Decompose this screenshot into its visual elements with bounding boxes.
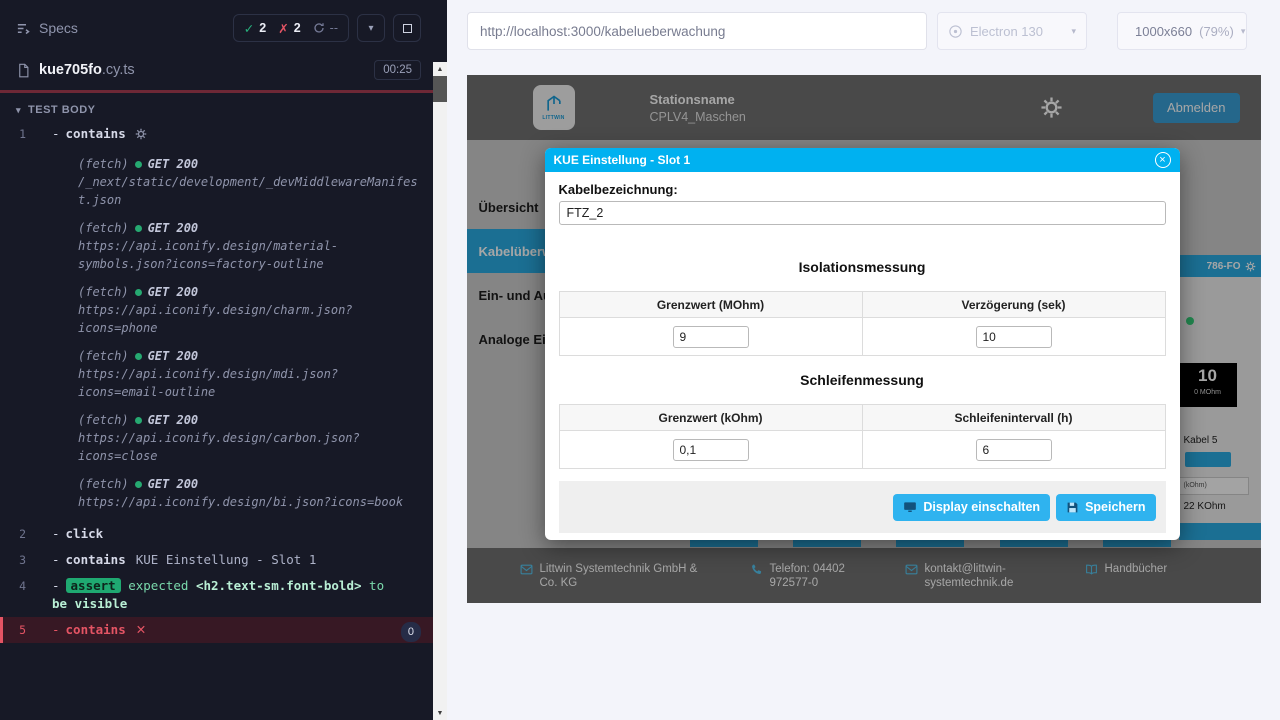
electron-icon <box>948 24 963 39</box>
chevron-down-icon: ▾ <box>1241 26 1246 37</box>
failed-count: 2 <box>294 21 301 35</box>
display-on-button[interactable]: Display einschalten <box>893 494 1050 521</box>
browser-selector[interactable]: Electron 130 ▾ <box>937 12 1087 50</box>
viewport-size: 1000x660 <box>1135 24 1192 39</box>
status-dot <box>135 289 142 296</box>
modal-header: KUE Einstellung - Slot 1 × <box>545 148 1180 172</box>
column-header: Verzögerung (sek) <box>862 292 1165 318</box>
modal-title: KUE Einstellung - Slot 1 <box>545 153 691 167</box>
loop-table: Grenzwert (kOhm) Schleifenintervall (h) <box>559 404 1166 469</box>
iso-limit-input[interactable] <box>673 326 749 348</box>
column-header: Schleifenintervall (h) <box>862 405 1165 431</box>
reporter-toolbar: Specs ✓ 2 ✗ 2 -- ▾ <box>0 0 433 52</box>
x-icon: ✗ <box>278 21 288 36</box>
command-5-contains[interactable]: 5-contains✕0 <box>0 617 433 643</box>
specs-label: Specs <box>39 20 78 36</box>
test-stats: ✓ 2 ✗ 2 -- <box>233 14 349 42</box>
network-log-entry[interactable]: (fetch)GET 200https://api.iconify.design… <box>78 411 433 465</box>
network-log-entry[interactable]: (fetch)GET 200https://api.iconify.design… <box>78 219 433 273</box>
aut-url-toolbar: Electron 130 ▾ 1000x660 (79%) ▾ <box>447 0 1280 62</box>
passed-count: 2 <box>259 21 266 35</box>
collapse-reporter-button[interactable]: ▾ <box>357 14 385 42</box>
menu-icon <box>16 21 31 36</box>
scrollbar-cap <box>433 0 447 62</box>
stat-pending: -- <box>313 21 338 35</box>
scroll-up-arrow[interactable]: ▲ <box>433 62 447 76</box>
reporter-scrollbar[interactable]: ▲ ▼ <box>433 0 447 720</box>
chevron-down-icon: ▾ <box>1071 26 1076 37</box>
stop-run-button[interactable] <box>393 14 421 42</box>
viewport-zoom: (79%) <box>1199 24 1234 39</box>
isolation-table: Grenzwert (MOhm) Verzögerung (sek) <box>559 291 1166 356</box>
column-header: Grenzwert (MOhm) <box>559 292 862 318</box>
app-under-test: LITTWIN Stationsname CPLV4_Maschen Abmel… <box>467 75 1261 603</box>
command-log: 1-contains (fetch)GET 200/_next/static/de… <box>0 121 433 720</box>
run-timer: 00:25 <box>374 60 421 80</box>
modal-footer: Display einschalten Speichern <box>559 481 1166 533</box>
stop-icon <box>403 24 412 33</box>
cable-name-label: Kabelbezeichnung: <box>559 182 1166 197</box>
gear-icon <box>135 127 147 145</box>
cypress-runner-window: Specs ✓ 2 ✗ 2 -- ▾ <box>0 0 1280 720</box>
file-icon <box>16 63 31 78</box>
spec-header[interactable]: kue705fo.cy.ts 00:25 <box>0 52 433 90</box>
command-3-contains[interactable]: 3-containsKUE Einstellung - Slot 1 <box>0 547 433 573</box>
specs-toggle[interactable]: Specs <box>16 20 78 36</box>
status-dot <box>135 225 142 232</box>
refresh-icon <box>313 22 325 34</box>
status-dot <box>135 481 142 488</box>
column-header: Grenzwert (kOhm) <box>559 405 862 431</box>
scroll-down-arrow[interactable]: ▼ <box>433 706 447 720</box>
match-count-badge: 0 <box>401 622 421 642</box>
section-label: TEST BODY <box>28 104 95 116</box>
test-body-section-header[interactable]: ▾ TEST BODY <box>0 93 433 121</box>
monitor-icon <box>903 500 917 514</box>
loop-limit-input[interactable] <box>673 439 749 461</box>
stat-failed: ✗ 2 <box>278 21 300 36</box>
chevron-down-icon: ▾ <box>16 105 21 116</box>
close-icon[interactable]: × <box>1155 152 1171 168</box>
spec-name: kue705fo.cy.ts <box>39 62 135 78</box>
browser-name: Electron 130 <box>970 24 1043 39</box>
isolation-section-title: Isolationsmessung <box>559 259 1166 275</box>
command-2-click[interactable]: 2-click <box>0 521 433 547</box>
network-log-entry[interactable]: (fetch)GET 200https://api.iconify.design… <box>78 347 433 401</box>
command-1-contains[interactable]: 1-contains <box>0 121 433 149</box>
loop-section-title: Schleifenmessung <box>559 372 1166 388</box>
fail-x-icon: ✕ <box>136 622 146 637</box>
iso-delay-input[interactable] <box>976 326 1052 348</box>
status-dot <box>135 161 142 168</box>
aut-pane: Electron 130 ▾ 1000x660 (79%) ▾ LITTWIN <box>447 0 1280 720</box>
address-bar[interactable] <box>467 12 927 50</box>
status-dot <box>135 417 142 424</box>
save-button[interactable]: Speichern <box>1056 494 1155 521</box>
status-dot <box>135 353 142 360</box>
check-icon: ✓ <box>244 21 254 36</box>
cypress-reporter-panel: Specs ✓ 2 ✗ 2 -- ▾ <box>0 0 433 720</box>
network-log-entry[interactable]: (fetch)GET 200/_next/static/development/… <box>78 155 433 209</box>
network-log-entry[interactable]: (fetch)GET 200https://api.iconify.design… <box>78 475 433 511</box>
cable-name-input[interactable] <box>559 201 1166 225</box>
stat-passed: ✓ 2 <box>244 21 266 36</box>
network-log-entry[interactable]: (fetch)GET 200https://api.iconify.design… <box>78 283 433 337</box>
aut-viewport: LITTWIN Stationsname CPLV4_Maschen Abmel… <box>447 62 1280 720</box>
viewport-selector[interactable]: 1000x660 (79%) ▾ <box>1117 12 1247 50</box>
scrollbar-thumb[interactable] <box>433 76 447 102</box>
pending-count: -- <box>330 21 338 35</box>
kue-settings-modal: KUE Einstellung - Slot 1 × Kabelbezeichn… <box>545 148 1180 540</box>
floppy-save-icon <box>1066 501 1079 514</box>
command-4-assert[interactable]: 4-assert expected <h2.text-sm.font-bold>… <box>0 573 433 617</box>
loop-interval-input[interactable] <box>976 439 1052 461</box>
